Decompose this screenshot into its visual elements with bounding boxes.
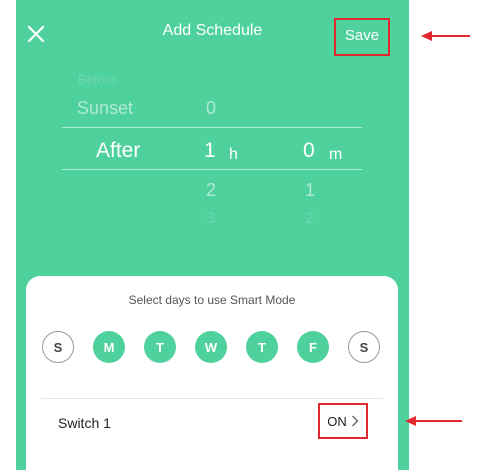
day-sunday[interactable]: S bbox=[42, 331, 74, 363]
switch-label: Switch 1 bbox=[58, 415, 111, 431]
picker-minute-1[interactable]: 1 bbox=[305, 180, 315, 201]
day-tuesday[interactable]: T bbox=[144, 331, 176, 363]
minutes-unit: m bbox=[329, 146, 343, 163]
picker-selection-bottom-line bbox=[62, 169, 362, 170]
picker-minute-0[interactable]: 0 bbox=[303, 139, 315, 163]
annotation-arrow-save bbox=[421, 31, 470, 41]
phone-screen: Add Schedule Save Before Sunset After 0 … bbox=[16, 0, 409, 470]
top-bar: Add Schedule Save bbox=[16, 0, 409, 66]
picker-hour-0[interactable]: 0 bbox=[206, 98, 216, 119]
picker-option-after[interactable]: After bbox=[96, 139, 140, 163]
day-wednesday[interactable]: W bbox=[195, 331, 227, 363]
picker-hour-1[interactable]: 1 bbox=[204, 139, 216, 163]
days-instruction: Select days to use Smart Mode bbox=[128, 293, 296, 307]
smart-mode-card: Select days to use Smart Mode S M T W T … bbox=[26, 276, 398, 470]
picker-option-before[interactable]: Before bbox=[78, 72, 116, 87]
time-picker[interactable]: Before Sunset After 0 1 h 2 3 0 m 1 2 bbox=[16, 62, 409, 252]
day-friday[interactable]: F bbox=[297, 331, 329, 363]
day-thursday[interactable]: T bbox=[246, 331, 278, 363]
hours-unit: h bbox=[229, 146, 238, 163]
switch-state-button[interactable]: ON bbox=[318, 403, 368, 439]
switch-state-value: ON bbox=[327, 413, 347, 429]
annotation-arrow-switch bbox=[405, 416, 462, 426]
divider bbox=[41, 398, 383, 399]
picker-minute-2[interactable]: 2 bbox=[305, 210, 314, 228]
day-selector: S M T W T F S bbox=[42, 331, 382, 365]
day-monday[interactable]: M bbox=[93, 331, 125, 363]
chevron-right-icon bbox=[351, 415, 359, 427]
picker-hour-3[interactable]: 3 bbox=[206, 210, 215, 228]
picker-option-sunset[interactable]: Sunset bbox=[77, 98, 133, 119]
picker-hour-2[interactable]: 2 bbox=[206, 180, 216, 201]
picker-selection-top-line bbox=[62, 127, 362, 128]
day-saturday[interactable]: S bbox=[348, 331, 380, 363]
save-button[interactable]: Save bbox=[334, 18, 390, 56]
